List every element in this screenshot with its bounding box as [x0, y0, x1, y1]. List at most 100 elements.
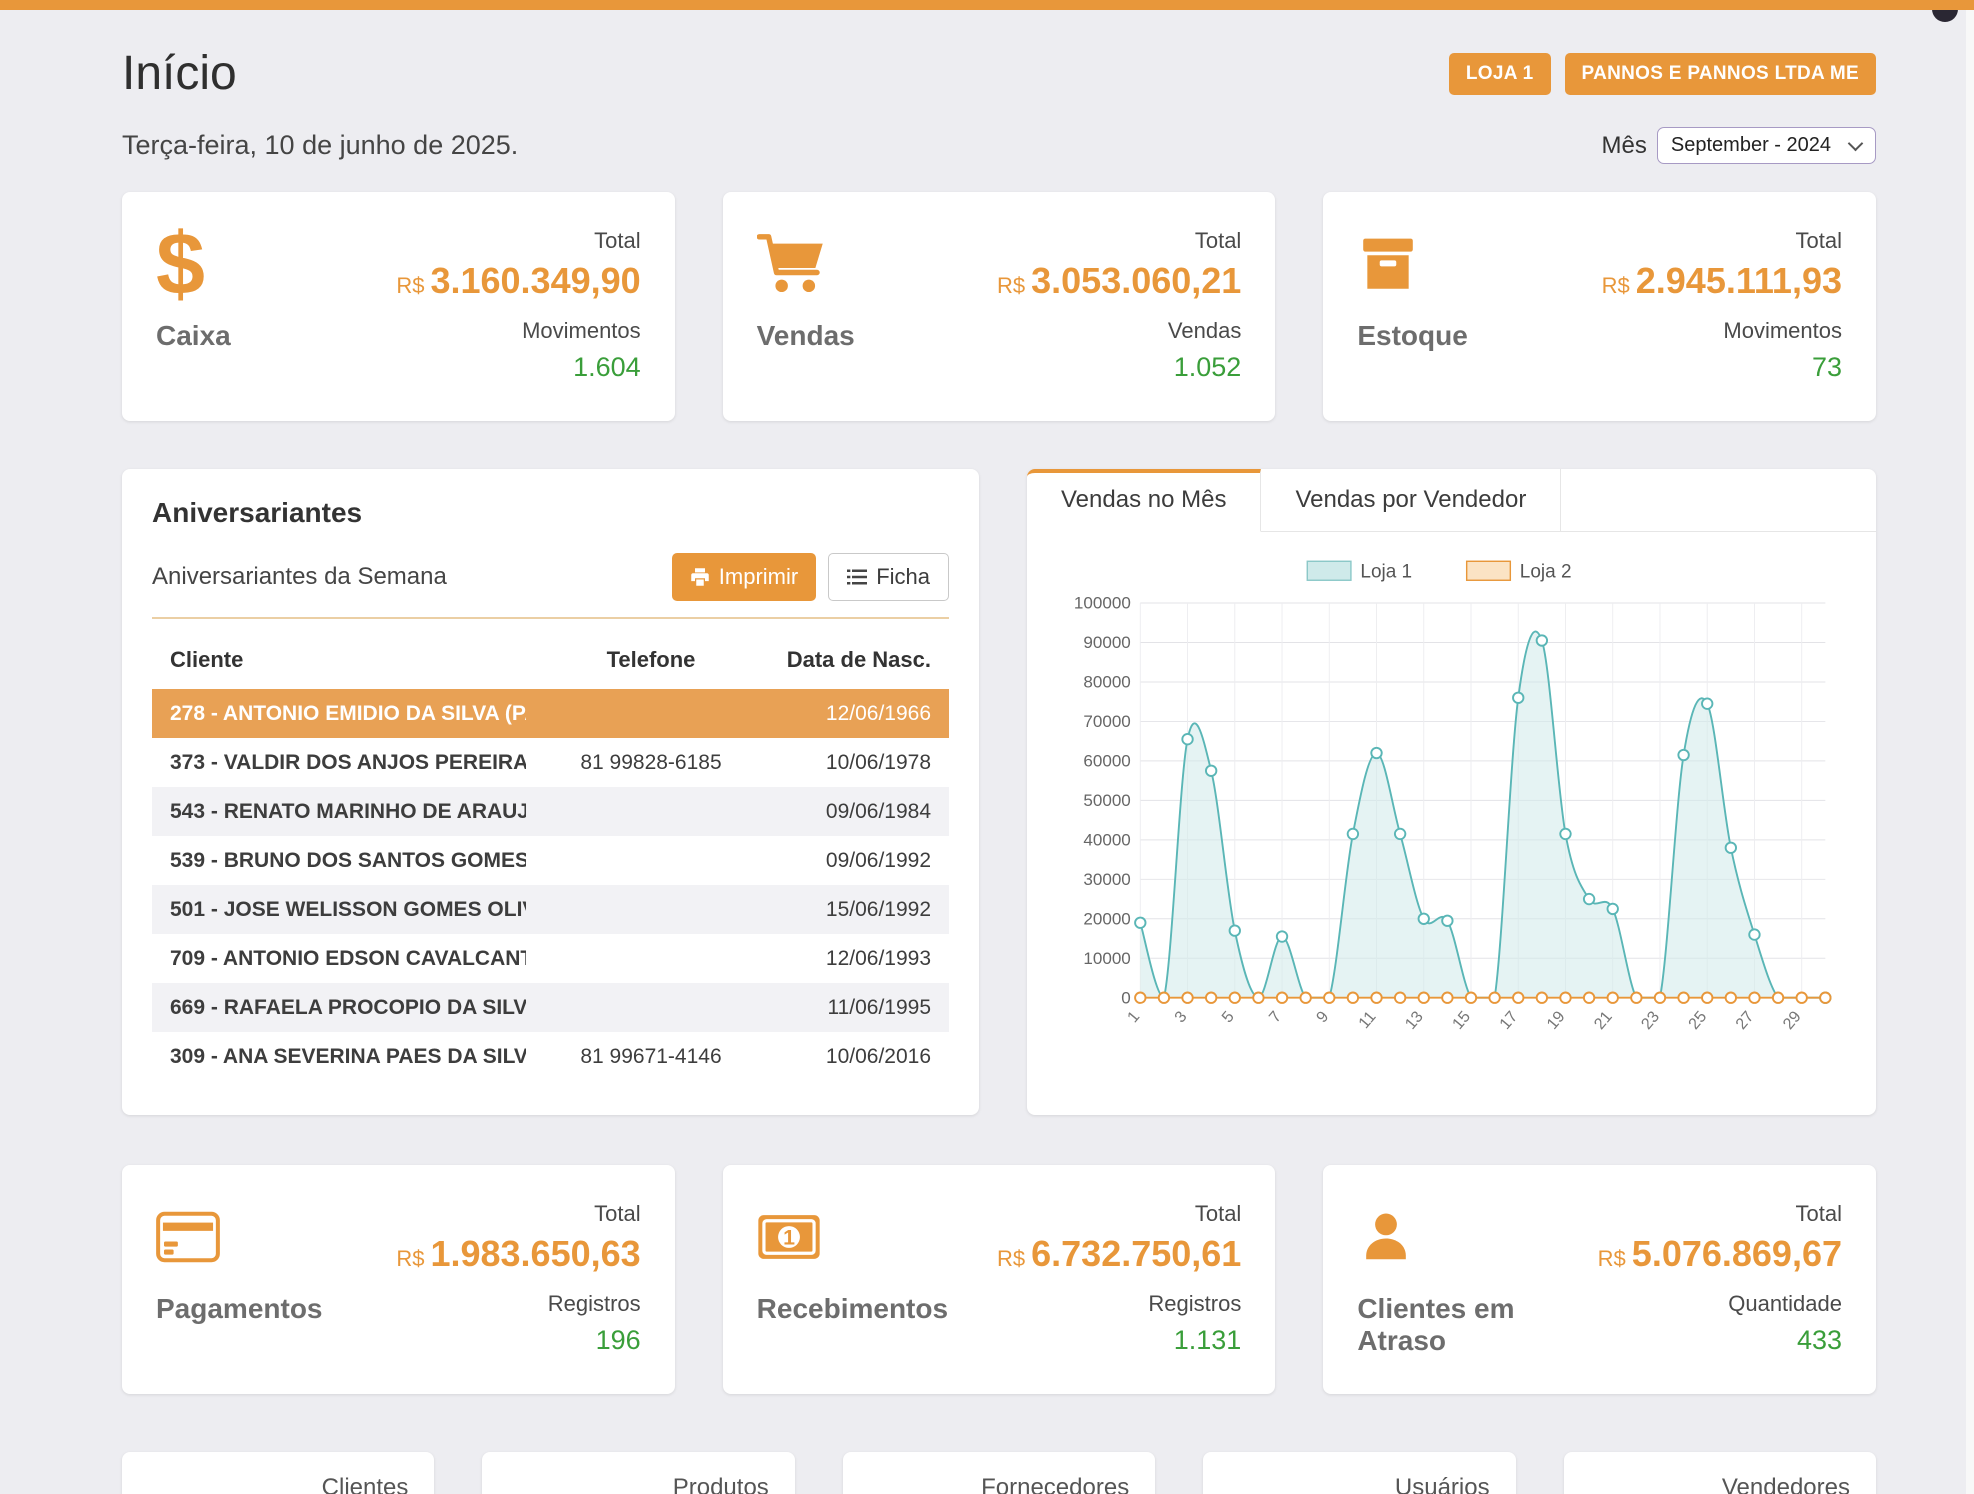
estoque-card: Estoque Total R$2.945.111,93 Movimentos …: [1323, 192, 1876, 421]
birthday-row[interactable]: 709 - ANTONIO EDSON CAVALCANTE D... 12/0…: [152, 934, 949, 983]
list-icon: [847, 568, 867, 586]
birthday-date: 11/06/1995: [776, 996, 931, 1020]
total-value: 3.053.060,21: [1031, 260, 1241, 301]
count-value: 1.131: [997, 1325, 1241, 1356]
chevron-down-icon: [1848, 136, 1864, 152]
month-picker: Mês September - 2024: [1602, 127, 1876, 164]
summary-cards-row: Clientes Produtos Fornecedores Usuários …: [122, 1452, 1876, 1494]
summary-card-usuários[interactable]: Usuários: [1203, 1452, 1515, 1494]
birthday-client: 309 - ANA SEVERINA PAES DA SILVA: [170, 1045, 526, 1069]
scrollbar[interactable]: [1966, 10, 1974, 1494]
svg-text:17: 17: [1496, 1008, 1521, 1033]
birthday-row[interactable]: 309 - ANA SEVERINA PAES DA SILVA 81 9967…: [152, 1032, 949, 1081]
svg-text:90000: 90000: [1083, 633, 1130, 652]
summary-card-label: Produtos: [673, 1474, 769, 1494]
svg-text:15: 15: [1449, 1008, 1474, 1033]
birthday-row[interactable]: 539 - BRUNO DOS SANTOS GOMES 09/06/1992: [152, 836, 949, 885]
tab-vendas-no-mes[interactable]: Vendas no Mês: [1027, 469, 1261, 532]
dollar-icon: $: [156, 229, 205, 299]
svg-text:40000: 40000: [1083, 831, 1130, 850]
print-button[interactable]: Imprimir: [672, 553, 816, 601]
birthdays-table-body: 278 - ANTONIO EMIDIO DA SILVA (PALE... 1…: [152, 689, 949, 1081]
svg-text:Loja 1: Loja 1: [1360, 561, 1412, 582]
svg-text:21: 21: [1590, 1008, 1615, 1033]
birthday-row[interactable]: 669 - RAFAELA PROCOPIO DA SILVA CA... 11…: [152, 983, 949, 1032]
birthday-row[interactable]: 373 - VALDIR DOS ANJOS PEREIRA (AN... 81…: [152, 738, 949, 787]
count-label: Movimentos: [1602, 318, 1842, 344]
printer-icon: [690, 567, 710, 587]
birthday-date: 10/06/2016: [776, 1045, 931, 1069]
column-header-telefone: Telefone: [526, 647, 776, 673]
stat-label: Pagamentos: [156, 1293, 323, 1325]
svg-text:7: 7: [1266, 1008, 1286, 1026]
birthday-client: 373 - VALDIR DOS ANJOS PEREIRA (AN...: [170, 751, 526, 775]
store-button[interactable]: LOJA 1: [1449, 53, 1551, 95]
currency-prefix: R$: [1598, 1246, 1626, 1271]
birthday-client: 278 - ANTONIO EMIDIO DA SILVA (PALE...: [170, 702, 526, 726]
birthday-client: 539 - BRUNO DOS SANTOS GOMES: [170, 849, 526, 873]
svg-text:13: 13: [1402, 1008, 1427, 1033]
birthday-date: 09/06/1992: [776, 849, 931, 873]
page-title: Início: [122, 46, 237, 101]
stat-label: Vendas: [757, 320, 855, 352]
svg-text:Loja 2: Loja 2: [1520, 561, 1572, 582]
birthday-client: 501 - JOSE WELISSON GOMES OLIVEIR...: [170, 898, 526, 922]
birthdays-subtitle: Aniversariantes da Semana: [152, 563, 447, 591]
birthday-phone: 81 99671-4146: [526, 1045, 776, 1069]
currency-prefix: R$: [396, 1246, 424, 1271]
column-header-cliente: Cliente: [170, 647, 526, 673]
birthday-client: 669 - RAFAELA PROCOPIO DA SILVA CA...: [170, 996, 526, 1020]
svg-text:0: 0: [1121, 988, 1131, 1007]
person-icon: [1357, 1208, 1415, 1266]
birthday-row[interactable]: 501 - JOSE WELISSON GOMES OLIVEIR... 15/…: [152, 885, 949, 934]
box-icon: [1357, 233, 1419, 295]
birthdays-table: Cliente Telefone Data de Nasc. 278 - ANT…: [152, 647, 949, 1081]
total-value: 5.076.869,67: [1632, 1233, 1842, 1274]
month-select[interactable]: September - 2024: [1657, 127, 1876, 164]
total-label: Total: [396, 228, 640, 254]
svg-text:11: 11: [1355, 1008, 1380, 1032]
birthday-row[interactable]: 278 - ANTONIO EMIDIO DA SILVA (PALE... 1…: [152, 689, 949, 738]
svg-text:23: 23: [1638, 1008, 1663, 1033]
summary-card-fornecedores[interactable]: Fornecedores: [843, 1452, 1155, 1494]
svg-text:27: 27: [1732, 1008, 1757, 1033]
ficha-button[interactable]: Ficha: [828, 553, 949, 601]
svg-text:19: 19: [1543, 1008, 1568, 1033]
company-button[interactable]: PANNOS E PANNOS LTDA ME: [1565, 53, 1876, 95]
total-label: Total: [1598, 1201, 1842, 1227]
total-label: Total: [997, 1201, 1241, 1227]
birthday-row[interactable]: 543 - RENATO MARINHO DE ARAUJO (F... 09/…: [152, 787, 949, 836]
count-label: Registros: [396, 1291, 640, 1317]
total-label: Total: [396, 1201, 640, 1227]
header: Início LOJA 1 PANNOS E PANNOS LTDA ME: [122, 46, 1876, 101]
currency-prefix: R$: [997, 273, 1025, 298]
svg-text:1: 1: [783, 1225, 795, 1249]
clientes-atraso-card: Clientes em Atraso Total R$5.076.869,67 …: [1323, 1165, 1876, 1394]
summary-card-clientes[interactable]: Clientes: [122, 1452, 434, 1494]
svg-text:60000: 60000: [1083, 752, 1130, 771]
summary-card-label: Clientes: [322, 1474, 409, 1494]
currency-prefix: R$: [997, 1246, 1025, 1271]
summary-card-vendedores[interactable]: Vendedores: [1564, 1452, 1876, 1494]
birthday-date: 09/06/1984: [776, 800, 931, 824]
recebimentos-card: 1 Recebimentos Total R$6.732.750,61 Regi…: [723, 1165, 1276, 1394]
birthdays-title: Aniversariantes: [152, 497, 949, 529]
summary-card-produtos[interactable]: Produtos: [482, 1452, 794, 1494]
cart-icon: [757, 233, 825, 295]
tab-vendas-por-vendedor[interactable]: Vendas por Vendedor: [1261, 469, 1561, 531]
birthday-date: 10/06/1978: [776, 751, 931, 775]
month-label: Mês: [1602, 132, 1647, 160]
credit-card-icon: [156, 1211, 220, 1263]
stat-label: Recebimentos: [757, 1293, 948, 1325]
dashboard-page: Início LOJA 1 PANNOS E PANNOS LTDA ME Te…: [0, 0, 1974, 1494]
chart-tab-bar: Vendas no Mês Vendas por Vendedor: [1027, 469, 1876, 532]
month-select-value: September - 2024: [1671, 134, 1831, 156]
count-value: 433: [1598, 1325, 1842, 1356]
svg-text:50000: 50000: [1083, 791, 1130, 810]
date-row: Terça-feira, 10 de junho de 2025. Mês Se…: [122, 127, 1876, 164]
birthday-client: 543 - RENATO MARINHO DE ARAUJO (F...: [170, 800, 526, 824]
summary-card-label: Fornecedores: [981, 1474, 1129, 1494]
total-label: Total: [1602, 228, 1842, 254]
birthday-date: 15/06/1992: [776, 898, 931, 922]
svg-text:3: 3: [1171, 1008, 1191, 1026]
